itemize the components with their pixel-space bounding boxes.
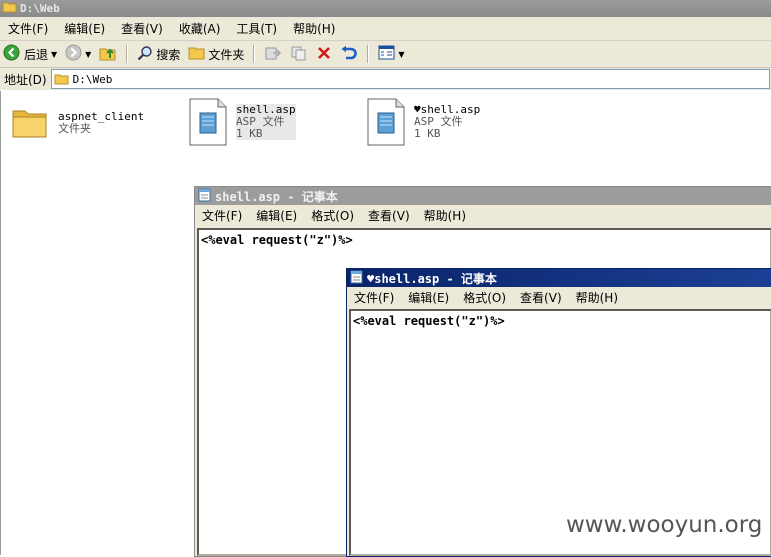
forward-arrow-icon <box>65 44 82 64</box>
forward-button[interactable]: ▼ <box>62 43 94 65</box>
menu-format[interactable]: 格式(O) <box>304 207 361 224</box>
file-item-aspnet-client[interactable]: aspnet_client 文件夹 <box>11 103 144 144</box>
notepad-titlebar[interactable]: shell.asp - 记事本 <box>195 187 771 205</box>
views-grid-icon <box>378 45 395 63</box>
chevron-down-icon[interactable]: ▼ <box>398 50 404 59</box>
copy-to-icon <box>290 45 308 64</box>
notepad-menubar: 文件(F) 编辑(E) 格式(O) 查看(V) 帮助(H) <box>347 287 771 307</box>
back-label: 后退 <box>24 47 49 62</box>
menu-view[interactable]: 查看(V) <box>113 20 171 37</box>
search-label: 搜索 <box>156 47 181 62</box>
menu-format[interactable]: 格式(O) <box>456 289 513 306</box>
folders-label: 文件夹 <box>208 47 245 62</box>
explorer-titlebar[interactable]: D:\Web <box>0 0 771 17</box>
file-size: 1 KB <box>414 127 441 140</box>
folder-icon <box>2 1 17 16</box>
back-arrow-icon <box>3 44 20 64</box>
up-folder-icon <box>99 44 117 64</box>
notepad-menubar: 文件(F) 编辑(E) 格式(O) 查看(V) 帮助(H) <box>195 205 771 225</box>
menu-edit[interactable]: 编辑(E) <box>56 20 113 37</box>
menu-view[interactable]: 查看(V) <box>513 289 569 306</box>
notepad-icon <box>198 188 211 205</box>
explorer-menubar: 文件(F) 编辑(E) 查看(V) 收藏(A) 工具(T) 帮助(H) <box>0 17 771 41</box>
toolbar-separator <box>367 45 370 63</box>
menu-view[interactable]: 查看(V) <box>361 207 417 224</box>
move-to-button[interactable] <box>261 43 285 65</box>
window-title: D:\Web <box>20 2 60 15</box>
copy-to-button[interactable] <box>287 43 311 65</box>
notepad-title: shell.asp - 记事本 <box>215 189 338 204</box>
back-button[interactable]: 后退 ▼ <box>0 43 60 65</box>
menu-help[interactable]: 帮助(H) <box>569 289 625 306</box>
menu-file[interactable]: 文件(F) <box>195 207 249 224</box>
notepad-titlebar[interactable]: ♥shell.asp - 记事本 <box>347 269 771 287</box>
folder-icon <box>11 103 49 144</box>
up-folder-button[interactable] <box>96 43 120 65</box>
file-item-heart-shell-asp[interactable]: ♥shell.asp ASP 文件 1 KB <box>366 97 480 150</box>
address-input[interactable]: D:\Web <box>50 69 770 89</box>
address-bar: 地址(D) D:\Web <box>0 68 771 90</box>
search-icon <box>137 45 153 64</box>
address-label: 地址(D) <box>4 72 47 87</box>
chevron-down-icon[interactable]: ▼ <box>51 50 57 59</box>
folders-icon <box>188 45 205 63</box>
menu-edit[interactable]: 编辑(E) <box>401 289 456 306</box>
undo-button[interactable] <box>337 43 361 65</box>
file-type: 文件夹 <box>58 122 91 135</box>
delete-x-icon <box>316 45 332 64</box>
asp-file-icon <box>188 97 228 150</box>
menu-file[interactable]: 文件(F) <box>0 20 56 37</box>
search-button[interactable]: 搜索 <box>134 43 183 65</box>
folders-button[interactable]: 文件夹 <box>185 43 247 65</box>
undo-icon <box>340 45 358 64</box>
menu-file[interactable]: 文件(F) <box>347 289 401 306</box>
address-value: D:\Web <box>72 72 113 86</box>
views-button[interactable]: ▼ <box>375 43 407 65</box>
explorer-toolbar: 后退 ▼ ▼ 搜索 文件夹 ▼ <box>0 41 771 68</box>
file-item-shell-asp[interactable]: shell.asp ASP 文件 1 KB <box>188 97 296 150</box>
folder-icon <box>54 73 69 85</box>
menu-help[interactable]: 帮助(H) <box>285 20 343 37</box>
notepad-title: ♥shell.asp - 记事本 <box>367 271 497 286</box>
move-to-icon <box>264 45 282 64</box>
menu-edit[interactable]: 编辑(E) <box>249 207 304 224</box>
asp-file-icon <box>366 97 406 150</box>
menu-help[interactable]: 帮助(H) <box>417 207 473 224</box>
toolbar-separator <box>126 45 129 63</box>
chevron-down-icon[interactable]: ▼ <box>85 50 91 59</box>
delete-button[interactable] <box>313 43 335 65</box>
notepad-icon <box>350 270 363 287</box>
file-size: 1 KB <box>236 127 263 140</box>
watermark: www.wooyun.org <box>566 512 763 538</box>
toolbar-separator <box>253 45 256 63</box>
menu-favorites[interactable]: 收藏(A) <box>171 20 229 37</box>
menu-tools[interactable]: 工具(T) <box>228 20 285 37</box>
